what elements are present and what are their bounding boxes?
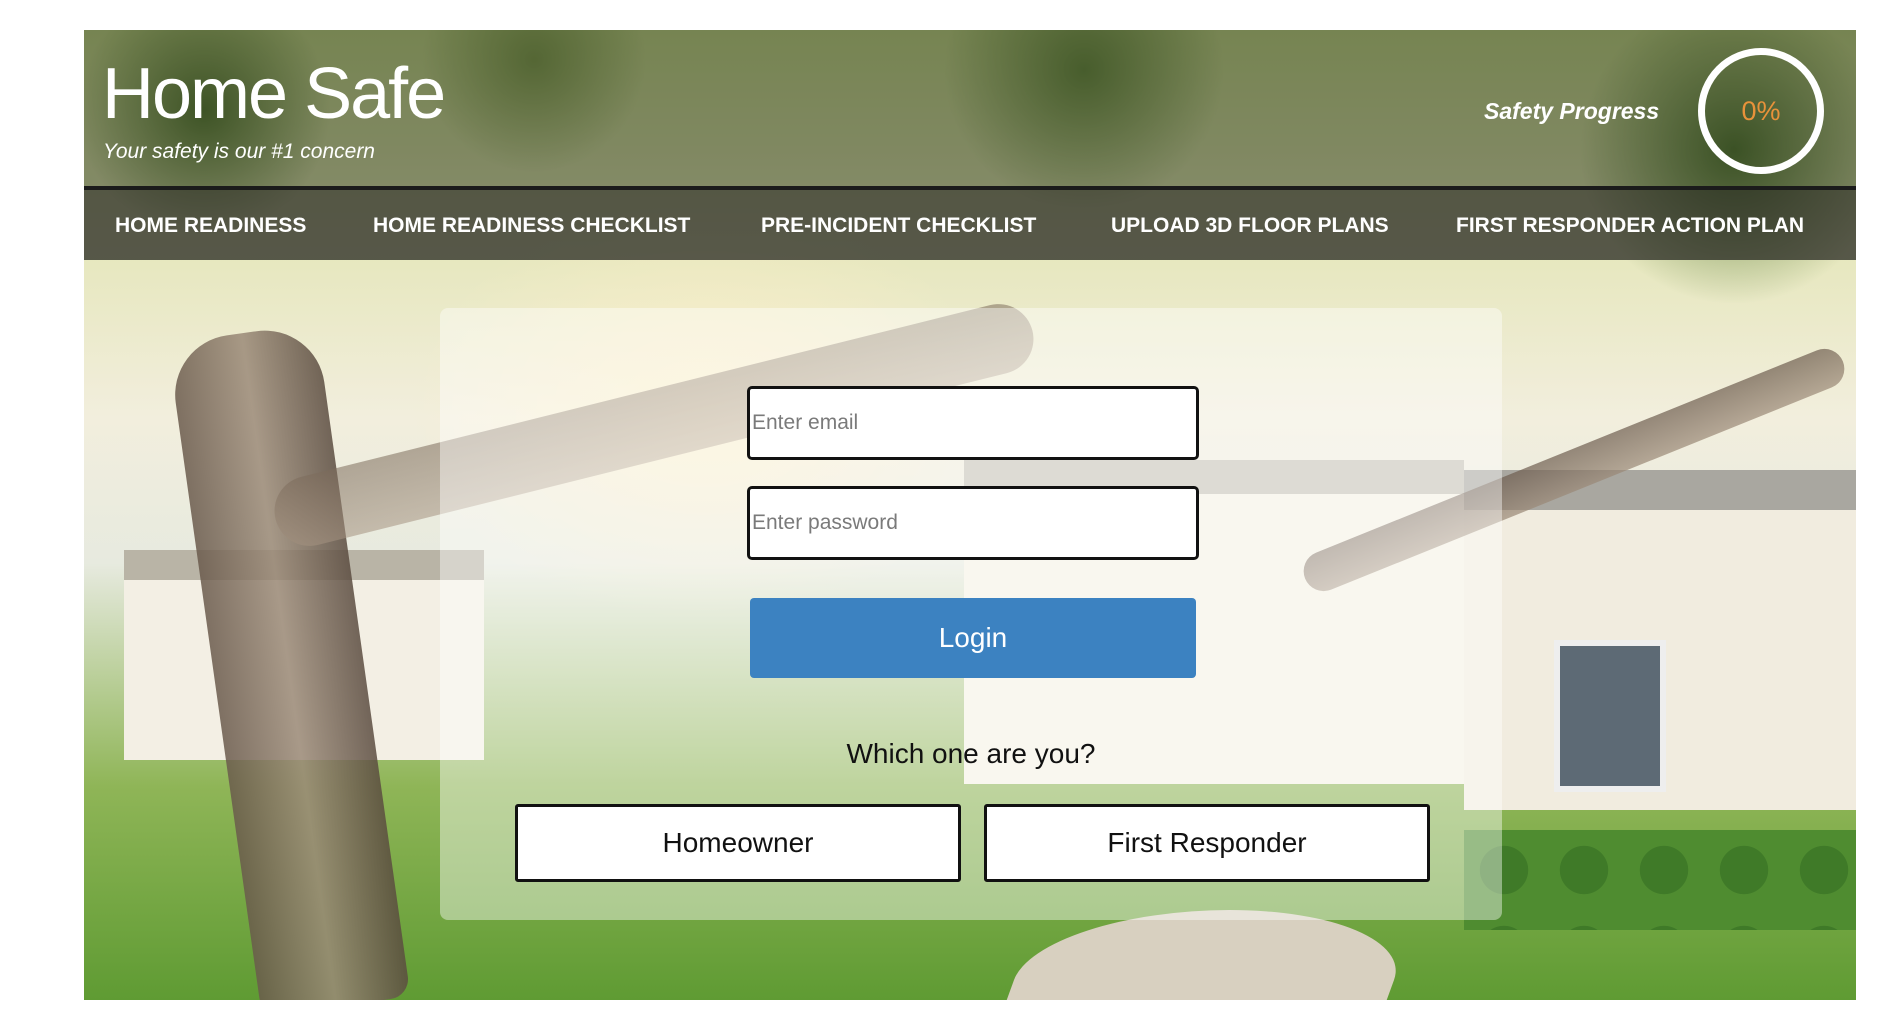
- login-button[interactable]: Login: [750, 598, 1196, 678]
- email-input[interactable]: [747, 386, 1199, 460]
- homeowner-button[interactable]: Homeowner: [515, 804, 961, 882]
- nav-item-home-readiness-checklist[interactable]: HOME READINESS CHECKLIST: [373, 214, 690, 238]
- nav-item-first-responder-action-plan[interactable]: FIRST RESPONDER ACTION PLAN: [1456, 214, 1804, 238]
- first-responder-button[interactable]: First Responder: [984, 804, 1430, 882]
- safety-progress-value: 0%: [1741, 95, 1781, 126]
- nav-item-home-readiness[interactable]: HOME READINESS: [115, 214, 306, 238]
- page-frame: Home Safe Your safety is our #1 concern …: [84, 30, 1856, 1000]
- nav-item-upload-3d-floor-plans[interactable]: UPLOAD 3D FLOOR PLANS: [1111, 214, 1389, 238]
- safety-progress-ring: 0%: [1698, 48, 1824, 174]
- background-hedge: [1464, 830, 1856, 930]
- background-path: [988, 910, 1420, 1000]
- main-nav: HOME READINESS HOME READINESS CHECKLIST …: [84, 190, 1856, 260]
- background-house-right: [1464, 470, 1856, 810]
- background-window: [1554, 640, 1666, 792]
- password-input[interactable]: [747, 486, 1199, 560]
- nav-item-pre-incident-checklist[interactable]: PRE-INCIDENT CHECKLIST: [761, 214, 1036, 238]
- login-card: Login Which one are you? Homeowner First…: [440, 308, 1502, 920]
- brand-subtitle: Your safety is our #1 concern: [103, 140, 375, 163]
- brand-title[interactable]: Home Safe: [102, 58, 446, 130]
- site-header: Home Safe Your safety is our #1 concern …: [84, 30, 1856, 190]
- safety-progress-label: Safety Progress: [1484, 98, 1660, 124]
- role-question: Which one are you?: [846, 738, 1096, 769]
